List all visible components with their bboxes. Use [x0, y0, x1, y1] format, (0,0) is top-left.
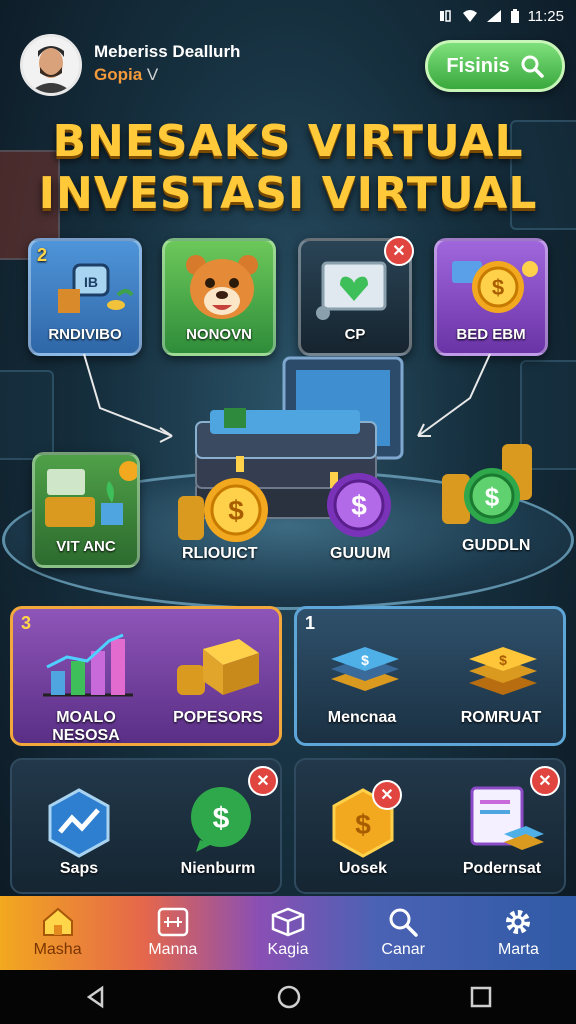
svg-text:$: $: [499, 652, 507, 668]
card-vit-anc[interactable]: VIT ANC: [32, 452, 140, 568]
tile-icon: [157, 907, 189, 937]
coin-gear-icon: $: [452, 261, 538, 313]
panel-purple[interactable]: 3 MOALO NESOSA POPESORS: [10, 606, 282, 746]
card-label: RNDIVIBO: [48, 326, 122, 343]
nav-item-kagia[interactable]: Kagia: [230, 896, 345, 970]
user-subtitle-text: Gopia: [94, 65, 143, 84]
status-bar: 11:25: [0, 0, 576, 32]
svg-text:$: $: [351, 490, 367, 521]
nav-item-marta[interactable]: Marta: [461, 896, 576, 970]
back-icon[interactable]: [84, 985, 108, 1009]
system-nav-bar: [0, 970, 576, 1024]
card-label: CP: [344, 326, 366, 343]
clock: 11:25: [527, 7, 564, 25]
card-label: BED EBM: [456, 326, 526, 343]
svg-text:$: $: [355, 809, 371, 840]
card-bed-ebm[interactable]: $ BED EBM: [434, 238, 548, 356]
panel-item-label: MOALO NESOSA: [52, 709, 120, 744]
coin-plant-icon: [45, 461, 137, 527]
user-subtitle: Gopia V: [94, 65, 158, 85]
sim-icon: [439, 10, 451, 22]
panel-dark-left[interactable]: $ ✕ Saps Nienburm: [10, 758, 282, 894]
svg-text:IB: IB: [84, 274, 98, 290]
nav-label: Marta: [497, 941, 539, 958]
battery-icon: [510, 9, 519, 23]
avatar-portrait: [23, 37, 79, 93]
svg-text:$: $: [485, 482, 500, 512]
nav-label: Canar: [381, 941, 425, 958]
game-scene: 11:25 Meberiss Deallurh Gopia V Fisinis: [0, 0, 576, 1024]
panel-item-label: Saps: [59, 860, 99, 877]
search-button-label: Fisinis: [446, 54, 510, 77]
panel-dark-right[interactable]: $ ✕ ✕ Uosek Podernsat: [294, 758, 566, 894]
tiger-icon: [186, 255, 258, 319]
purple-coin-icon: $: [327, 473, 391, 537]
platform-label-guuum: GUUUM: [330, 545, 391, 562]
nav-item-masha[interactable]: Masha: [0, 896, 115, 970]
nav-label: Manna: [148, 941, 198, 958]
header: Meberiss Deallurh Gopia V Fisinis: [0, 32, 576, 102]
title-line-1: BNESAKS VIRTUAL: [52, 116, 524, 167]
trend-hexagon-icon: [48, 788, 110, 858]
green-coin-stack-icon: $: [442, 444, 532, 524]
search-icon: [521, 55, 544, 78]
home-icon: [42, 907, 73, 936]
wifi-icon: [462, 10, 477, 22]
bar-chart-icon: [43, 633, 133, 697]
close-badge-icon[interactable]: ✕: [372, 780, 402, 810]
signal-icon: [486, 10, 501, 22]
panel-item-label: ROMRUAT: [460, 709, 542, 726]
svg-text:$: $: [213, 802, 230, 835]
box-icon: [271, 907, 305, 937]
svg-text:$: $: [228, 495, 244, 526]
card-label: VIT ANC: [56, 538, 116, 555]
panel-item-label: Nienburm: [180, 860, 256, 877]
gold-tile-stack-icon: $: [469, 647, 537, 695]
card-label: NONOVN: [186, 326, 252, 343]
monitor-heart-icon: [316, 261, 387, 320]
avatar[interactable]: [20, 34, 82, 96]
panel-item-label: Podernsat: [462, 860, 542, 877]
user-level: V: [146, 65, 159, 84]
gold-coin-icon: $: [178, 478, 268, 542]
close-badge-icon[interactable]: ✕: [248, 766, 278, 796]
nav-label: Kagia: [267, 941, 309, 958]
svg-text:$: $: [361, 652, 369, 668]
user-name: Meberiss Deallurh: [94, 42, 241, 61]
document-stack-icon: [470, 786, 544, 850]
gold-box-icon: [177, 639, 259, 695]
recents-icon[interactable]: [470, 986, 492, 1008]
coin-machine-icon: IB: [58, 263, 134, 313]
panel-blue[interactable]: 1 $ $ Mencnaa ROMRUAT: [294, 606, 566, 746]
blue-tile-stack-icon: $: [331, 647, 399, 691]
close-badge-icon[interactable]: ✕: [530, 766, 560, 796]
chat-coin-icon: $: [191, 787, 251, 852]
panel-item-label: Uosek: [338, 860, 388, 877]
platform-label-rliouict: RLIOUICT: [182, 545, 258, 562]
platform-label-guddln: GUDDLN: [462, 537, 531, 554]
gear-icon: [506, 910, 531, 934]
nav-item-canar[interactable]: Canar: [346, 896, 461, 970]
card-nonovn[interactable]: NONOVN: [162, 238, 276, 356]
bottom-nav: Masha Manna Kagia Canar Marta: [0, 896, 576, 970]
panel-number: 3: [21, 613, 32, 633]
panel-number: 1: [305, 613, 316, 633]
close-badge-icon[interactable]: ✕: [384, 236, 414, 266]
panel-item-label: POPESORS: [173, 709, 263, 726]
search-icon: [389, 908, 418, 937]
home-circle-icon[interactable]: [276, 984, 302, 1010]
svg-text:$: $: [492, 275, 504, 300]
card-rndivibo[interactable]: 2 IB RNDIVIBO: [28, 238, 142, 356]
nav-item-manna[interactable]: Manna: [115, 896, 230, 970]
panel-item-label: Mencnaa: [327, 709, 397, 726]
search-button[interactable]: Fisinis: [425, 40, 565, 92]
title-line-2: INVESTASI VIRTUAL: [38, 168, 538, 219]
nav-label: Masha: [33, 941, 82, 958]
